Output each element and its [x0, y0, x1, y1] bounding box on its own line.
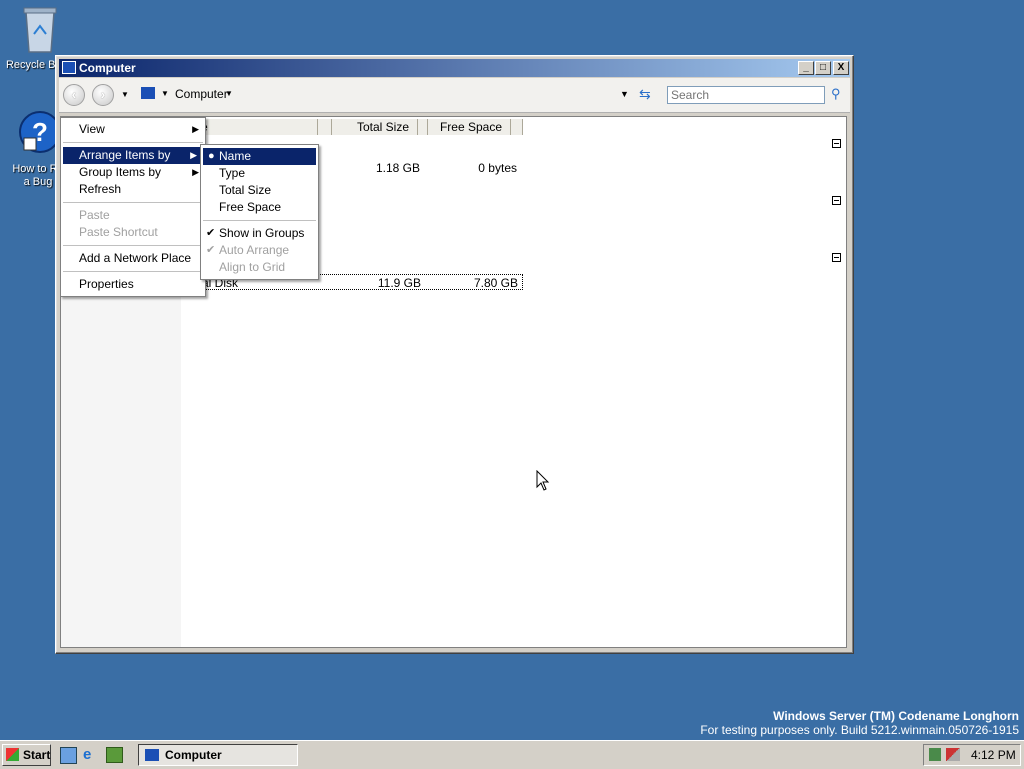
- breadcrumb-root-arrow-icon[interactable]: ▼: [161, 89, 169, 98]
- maximize-button[interactable]: □: [815, 61, 831, 75]
- window-title: Computer: [79, 61, 136, 75]
- quick-launch-app-icon[interactable]: [106, 747, 123, 763]
- clock[interactable]: 4:12 PM: [971, 748, 1016, 762]
- submenu-arrow-icon: ▶: [190, 150, 197, 160]
- address-dropdown-icon[interactable]: ▼: [620, 89, 629, 99]
- menu-item-paste-shortcut: Paste Shortcut: [79, 225, 158, 239]
- submenu-arrow-icon: ▶: [192, 124, 199, 134]
- row-total-size: 11.9 GB: [377, 276, 421, 290]
- watermark-build: For testing purposes only. Build 5212.wi…: [700, 723, 1019, 737]
- internet-explorer-icon[interactable]: e: [83, 746, 91, 763]
- recycle-bin-icon: [23, 7, 57, 53]
- system-tray: 4:12 PM: [923, 744, 1021, 766]
- computer-icon: [62, 61, 76, 74]
- watermark-title: Windows Server (TM) Codename Longhorn: [773, 709, 1019, 723]
- show-desktop-icon[interactable]: [60, 747, 77, 764]
- column-header-spacer-3: [511, 119, 523, 135]
- radio-bullet-icon: ●: [208, 150, 215, 162]
- menu-item-group-items-by[interactable]: Group Items by ▶: [61, 164, 205, 181]
- mouse-cursor-icon: [536, 470, 550, 491]
- menu-separator: [203, 220, 316, 221]
- group-collapse-button-1[interactable]: [832, 139, 841, 148]
- context-menu: View ▶ Arrange Items by ▶ Group Items by ▶ …: [60, 117, 206, 297]
- group-collapse-button-2[interactable]: [832, 196, 841, 205]
- submenu-arrow-icon: ▶: [192, 167, 199, 177]
- start-button[interactable]: Start: [2, 744, 51, 766]
- checkmark-icon: ✔: [206, 244, 216, 256]
- group-collapse-button-3[interactable]: [832, 253, 841, 262]
- submenu-item-free-space[interactable]: Free Space: [201, 199, 318, 216]
- search-icon[interactable]: ⚲: [831, 86, 841, 102]
- breadcrumb-arrow-icon[interactable]: ▼: [225, 89, 233, 98]
- row-total-size: 1.18 GB: [375, 161, 420, 175]
- menu-separator: [63, 245, 203, 246]
- windows-logo-icon: [6, 748, 19, 761]
- arrange-submenu: ● Name Type Total Size Free Space ✔ Show i…: [200, 144, 319, 280]
- menu-separator: [63, 142, 203, 143]
- row-free-space: 0 bytes: [478, 161, 517, 175]
- menu-item-refresh[interactable]: Refresh: [61, 181, 205, 198]
- menu-item-add-network-place[interactable]: Add a Network Place: [61, 250, 205, 267]
- recent-pages-dropdown-icon[interactable]: ▼: [121, 90, 129, 99]
- breadcrumb-computer[interactable]: Computer: [175, 87, 228, 101]
- computer-breadcrumb-icon: [141, 87, 155, 99]
- menu-separator: [63, 271, 203, 272]
- close-button[interactable]: X: [833, 61, 849, 75]
- taskbar-button-computer[interactable]: Computer: [138, 744, 298, 766]
- taskbar: Start e Computer 4:12 PM: [0, 740, 1024, 769]
- forward-button[interactable]: ›: [92, 84, 114, 106]
- checkmark-icon: ✔: [206, 227, 216, 239]
- search-input[interactable]: [667, 86, 825, 104]
- minimize-button[interactable]: _: [798, 61, 814, 75]
- row-free-space: 7.80 GB: [473, 276, 518, 290]
- submenu-item-total-size[interactable]: Total Size: [201, 182, 318, 199]
- menu-separator: [63, 202, 203, 203]
- help-icon: ?: [19, 111, 61, 153]
- menu-item-arrange-items-by[interactable]: Arrange Items by ▶: [63, 147, 203, 164]
- menu-item-view[interactable]: View ▶: [61, 121, 205, 138]
- security-tray-icon[interactable]: [946, 748, 960, 761]
- submenu-item-show-in-groups[interactable]: ✔ Show in Groups: [201, 225, 318, 242]
- submenu-item-type[interactable]: Type: [201, 165, 318, 182]
- menu-item-paste: Paste: [79, 208, 110, 222]
- column-header-free-space[interactable]: Free Space: [428, 119, 511, 135]
- title-bar[interactable]: Computer _ □ X: [59, 59, 850, 77]
- column-header-spacer-2: [418, 119, 428, 135]
- network-tray-icon[interactable]: [929, 748, 941, 761]
- computer-icon: [145, 749, 159, 761]
- column-header-spacer: [318, 119, 332, 135]
- back-button[interactable]: ‹: [63, 84, 85, 106]
- submenu-item-auto-arrange: ✔ Auto Arrange: [206, 243, 290, 257]
- menu-item-properties[interactable]: Properties: [61, 276, 205, 293]
- column-header-total-size[interactable]: Total Size: [332, 119, 418, 135]
- submenu-item-align-to-grid: Align to Grid: [219, 260, 286, 274]
- refresh-icon[interactable]: ⇆: [639, 86, 651, 103]
- submenu-item-name[interactable]: ● Name: [203, 148, 316, 165]
- navigation-bar: ‹ › ▼ ▼ Computer ▼ ▼ ⇆ ⚲: [59, 78, 850, 113]
